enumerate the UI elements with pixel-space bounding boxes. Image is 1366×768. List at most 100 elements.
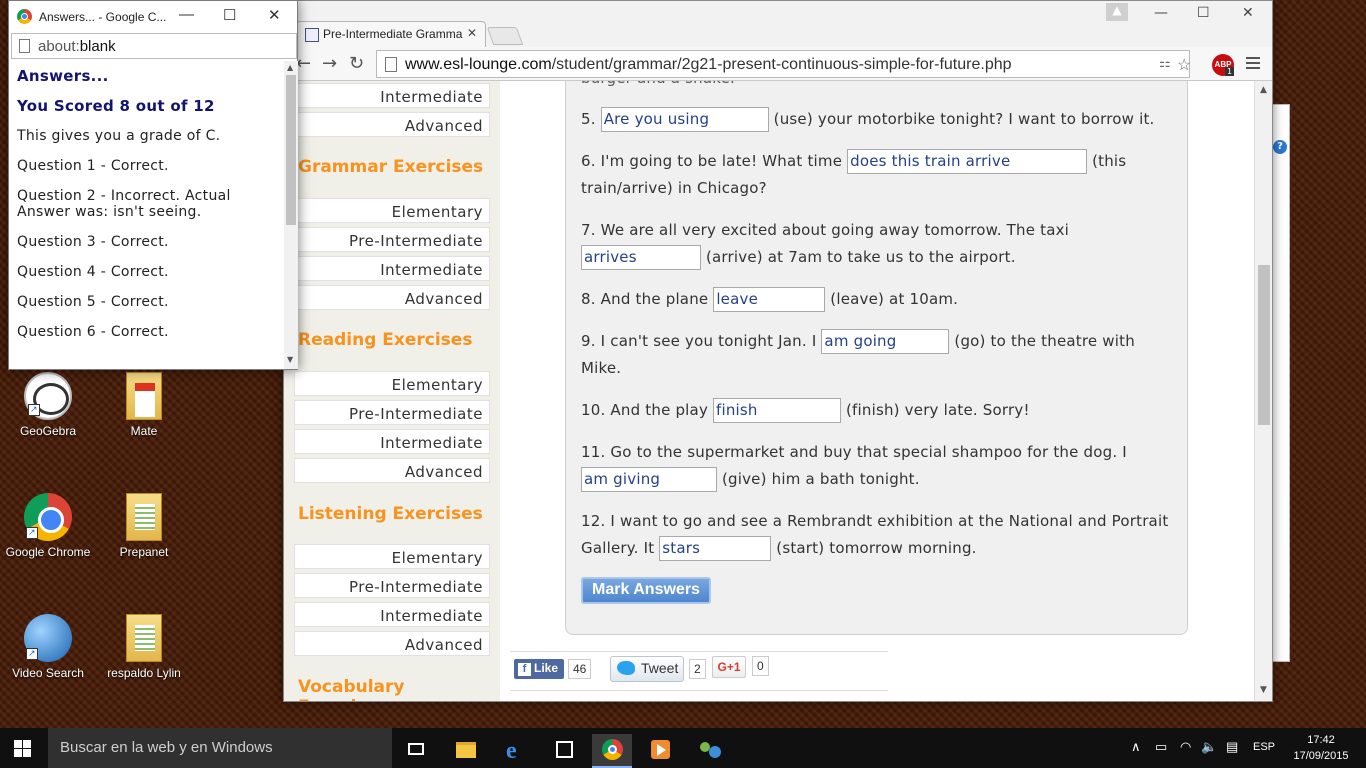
battery-icon[interactable]: ▭ (1155, 739, 1167, 755)
result-line: Question 2 - Incorrect. Actual Answer wa… (17, 188, 231, 220)
page-icon (19, 39, 30, 53)
answer-input-11[interactable]: am giving (581, 467, 717, 492)
section-listening-exercises[interactable]: Listening Exercises (298, 504, 483, 524)
tab-grammar-exercise[interactable]: Pre-Intermediate Gramma ✕ (296, 21, 486, 47)
minimize-icon[interactable]: — (179, 6, 194, 23)
taskbar: Buscar en la web y en Windows e ∧ ▭ ◠ 🔈 … (0, 728, 1366, 768)
chrome-icon (24, 493, 72, 541)
nav-reading-advanced[interactable]: Advanced (294, 458, 490, 483)
answer-input-10[interactable]: finish (713, 398, 841, 423)
chrome-taskbar-icon[interactable] (592, 734, 632, 768)
translate-icon[interactable]: ⚏ (1159, 55, 1171, 71)
popup-scrollbar[interactable]: ▲ ▼ (284, 61, 298, 369)
gplus-count: 0 (752, 656, 769, 676)
nav-listening-advanced[interactable]: Advanced (294, 631, 490, 656)
scroll-up-icon[interactable]: ▲ (1260, 85, 1267, 95)
popup-title-bar[interactable]: Answers... - Google C... — ☐ ✕ (9, 1, 297, 33)
facebook-like-button[interactable]: f Like (514, 659, 564, 679)
answer-input-7[interactable]: arrives (581, 245, 701, 270)
windows-start-icon[interactable] (14, 740, 32, 757)
minimize-icon[interactable]: — (1154, 5, 1168, 21)
desktop-icon-respaldo-lylin[interactable]: respaldo Lylin (99, 614, 189, 680)
reload-icon[interactable]: ↻ (349, 53, 364, 74)
search-placeholder: Buscar en la web y en Windows (60, 739, 273, 756)
nav-reading-intermediate[interactable]: Intermediate (294, 429, 490, 454)
people-app-icon[interactable] (690, 734, 730, 768)
divider (510, 690, 888, 691)
question-4-partial: burger and a shake. (581, 81, 1181, 92)
background-window[interactable] (1272, 104, 1290, 662)
taskbar-search-box[interactable]: Buscar en la web y en Windows (48, 728, 392, 768)
nav-advanced[interactable]: Advanced (294, 112, 490, 137)
nav-reading-pre-intermediate[interactable]: Pre-Intermediate (294, 400, 490, 425)
mark-answers-button[interactable]: Mark Answers (581, 577, 711, 604)
edge-browser-icon[interactable]: e (495, 734, 535, 768)
result-line: Question 3 - Correct. (17, 234, 169, 250)
close-tab-icon[interactable]: ✕ (467, 26, 477, 40)
new-tab-button[interactable] (486, 27, 524, 45)
desktop-icon-google-chrome[interactable]: Google Chrome (3, 493, 93, 559)
answer-input-6[interactable]: does this train arrive (847, 149, 1088, 174)
user-profile-icon[interactable]: ▲ (1106, 3, 1128, 21)
question-text: 8. And the plane (581, 290, 714, 308)
score-text: You Scored 8 out of 12 (17, 97, 215, 115)
answer-input-9[interactable]: am going (821, 329, 950, 354)
close-window-icon[interactable]: ✕ (1242, 5, 1254, 21)
file-explorer-icon[interactable] (446, 734, 486, 768)
nav-grammar-advanced[interactable]: Advanced (294, 285, 490, 310)
scrollbar-thumb[interactable] (286, 75, 296, 225)
nav-grammar-intermediate[interactable]: Intermediate (294, 256, 490, 281)
answer-input-12[interactable]: stars (659, 536, 772, 561)
desktop-icon-label: Prepanet (119, 545, 169, 559)
nav-intermediate[interactable]: Intermediate (294, 83, 490, 108)
forward-icon[interactable]: → (322, 53, 337, 74)
nav-grammar-elementary[interactable]: Elementary (294, 198, 490, 223)
language-indicator[interactable]: ESP (1253, 741, 1275, 753)
system-clock[interactable]: 17:42 17/09/2015 (1290, 732, 1352, 764)
volume-muted-icon[interactable]: 🔈 (1201, 739, 1217, 755)
scroll-down-icon[interactable]: ▼ (287, 355, 293, 364)
popup-address-bar[interactable]: about:blank (11, 33, 297, 59)
scroll-down-icon[interactable]: ▼ (1260, 685, 1267, 695)
nav-listening-elementary[interactable]: Elementary (294, 544, 490, 569)
google-plus-button[interactable]: G+1 (712, 656, 746, 678)
section-grammar-exercises[interactable]: Grammar Exercises (298, 157, 483, 177)
wifi-icon[interactable]: ◠ (1180, 739, 1191, 755)
nav-listening-intermediate[interactable]: Intermediate (294, 602, 490, 627)
media-player-icon[interactable] (640, 734, 680, 768)
address-bar[interactable]: www.esl-lounge.com/student/grammar/2g21-… (376, 50, 1191, 78)
answer-input-8[interactable]: leave (713, 287, 826, 312)
desktop-icon-prepanet[interactable]: Prepanet (99, 493, 189, 559)
question-text: (arrive) at 7am to take us to the airpor… (701, 248, 1016, 266)
store-icon[interactable] (544, 734, 584, 768)
page-scrollbar[interactable]: ▲ ▼ (1254, 81, 1272, 701)
answer-input-5[interactable]: Are you using (600, 107, 769, 132)
question-10: 10. And the play finish (finish) very la… (581, 397, 1181, 424)
maximize-icon[interactable]: ☐ (1197, 5, 1210, 21)
scrollbar-thumb[interactable] (1258, 265, 1270, 425)
help-icon[interactable]: ? (1273, 140, 1287, 154)
desktop-icon-geogebra[interactable]: GeoGebra (3, 372, 93, 438)
question-9: 9. I can't see you tonight Jan. I am goi… (581, 328, 1161, 382)
section-vocabulary-exercises[interactable]: Vocabulary Exercises (298, 677, 500, 701)
desktop-icon-video-search[interactable]: Video Search (3, 614, 93, 680)
scroll-up-icon[interactable]: ▲ (287, 63, 293, 72)
desktop-icon-label: Video Search (12, 666, 84, 680)
chrome-menu-icon[interactable] (1246, 54, 1260, 72)
tweet-button[interactable]: Tweet (610, 656, 684, 682)
close-window-icon[interactable]: ✕ (268, 6, 281, 24)
back-icon[interactable]: ← (296, 53, 311, 74)
nav-reading-elementary[interactable]: Elementary (294, 371, 490, 396)
notifications-icon[interactable]: ▤ (1226, 739, 1238, 755)
question-6: 6. I'm going to be late! What time does … (581, 148, 1161, 202)
desktop-icon-mate[interactable]: Mate (99, 372, 189, 438)
show-hidden-icons-icon[interactable]: ∧ (1131, 739, 1141, 755)
result-line: Question 4 - Correct. (17, 264, 169, 280)
nav-listening-pre-intermediate[interactable]: Pre-Intermediate (294, 573, 490, 598)
bookmark-star-icon[interactable]: ☆ (1177, 55, 1191, 75)
nav-grammar-pre-intermediate[interactable]: Pre-Intermediate (294, 227, 490, 252)
desktop-icon-label: respaldo Lylin (107, 666, 181, 680)
section-reading-exercises[interactable]: Reading Exercises (298, 330, 472, 350)
maximize-icon[interactable]: ☐ (223, 6, 236, 24)
task-view-icon[interactable] (396, 734, 436, 768)
